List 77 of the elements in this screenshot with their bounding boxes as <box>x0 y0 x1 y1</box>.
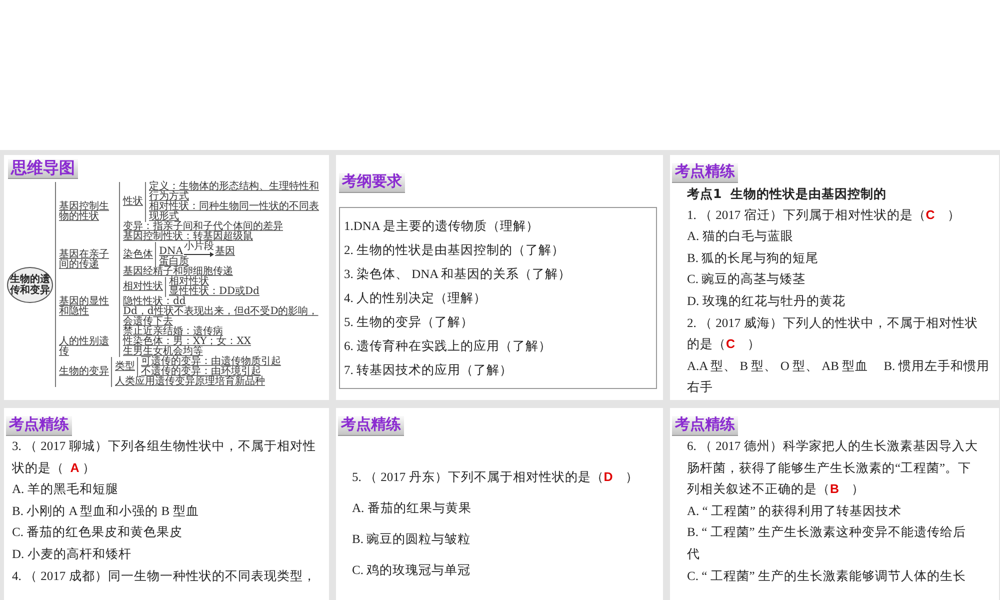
mindmap-label: 相对性状 <box>169 276 209 287</box>
option-text: C. 番茄的红色果皮和黄色果皮 <box>12 524 184 542</box>
option-text: A. “ 工程菌” 的获得利用了转基因技术 <box>687 502 903 520</box>
option-text: A. 猫的白毛与蓝眼 <box>687 228 794 246</box>
mindmap-label: Dd，d性状不表现出来，但d不受D的影响，会遗传下去 <box>123 306 318 327</box>
question-text: 2. （ 2017 威海）下列人的性状中，不属于相对性状 <box>687 314 979 332</box>
mindmap-label: 染色体 <box>123 248 153 260</box>
slide-thumbnail[interactable]: 考点精练 3. （ 2017 聊城）下列各组生物性状中，不属于相对性 状的是（ A ） A. 羊的黑毛和短腿 B. 小刚的 A 型血和小强的 B 型血 C. 番茄的红色果皮和黄色果皮 D. 小麦的高杆和矮杆 4. （ 2017 成都）同一生物一种性状的不同表现类型， <box>4 408 329 600</box>
question-text: 6. （ 2017 德州）科学家把人的生长激素基因导入大 <box>687 438 979 455</box>
mindmap-label: 禁止近亲结婚：遗传病 <box>123 326 223 337</box>
option-text: C. “ 工程菌” 生产的生长激素能够调节人体的生长 <box>687 568 967 585</box>
mindmap-label: 可遗传的变异：由遗传物质引起 <box>141 356 281 367</box>
mindmap-root: 生物的遗传和变异 <box>7 266 53 302</box>
mindmap-label: 基因经精子和卵细胞传递 <box>123 266 233 277</box>
mindmap-label: 性染色体：男：XY；女：XX <box>123 336 251 347</box>
question-text: 肠杆菌，获得了能够生产生长激素的“工程菌”。下 <box>687 460 972 477</box>
mindmap-label: 显性性状：DD或Dd <box>169 286 260 297</box>
requirement-text: 5. 生物的变异（了解） <box>344 314 474 331</box>
slide-title: 考点精练 <box>672 163 738 183</box>
question-text: 列相关叙述不正确的是（B ） <box>687 481 866 498</box>
mindmap-label: 基因在亲子间的传递 <box>59 248 109 270</box>
mindmap-label: 人的性别遗传 <box>59 336 109 357</box>
question-text: 状的是（ A ） <box>12 460 96 477</box>
requirement-text: 1.DNA 是主要的遗传物质（理解） <box>344 218 540 235</box>
question-text: 1. （ 2017 宿迁）下列属于相对性状的是（C ） <box>687 206 962 224</box>
question-text: 的是（C ） <box>687 336 762 354</box>
option-text: D. 玫瑰的红花与牡丹的黄花 <box>687 292 846 310</box>
mindmap-label: 不遗传的变异：由环境引起 <box>141 366 261 377</box>
mindmap-label: DNA <box>159 247 183 257</box>
mindmap-label: 基因的显性和隐性 <box>59 296 109 317</box>
arrow-label: 小片段 <box>184 242 214 252</box>
option-text: 代 <box>687 546 701 563</box>
slide-title: 思维导图 <box>8 159 78 179</box>
section-heading: 考点1 生物的性状是由基因控制的 <box>687 185 888 203</box>
mindmap-label: 类型 <box>115 361 135 372</box>
mindmap-label: 相对性状：同种生物同一性状的不同表现形式 <box>149 201 319 222</box>
mindmap-label: 人类应用遗传变异原理培育新品种 <box>115 376 265 387</box>
question-text: 5. （ 2017 丹东）下列不属于相对性状的是（D ） <box>352 469 640 486</box>
slide-title: 考点精练 <box>6 416 72 436</box>
mindmap-label: 隐性性状：dd <box>123 296 186 307</box>
requirement-text: 4. 人的性别决定（理解） <box>344 290 488 307</box>
arrow-icon <box>184 252 214 257</box>
slide-title: 考点精练 <box>672 416 738 436</box>
option-text: 右手 <box>687 379 714 396</box>
slide-thumbnail[interactable]: 考点精练 6. （ 2017 德州）科学家把人的生长激素基因导入大 肠杆菌，获得了能够生产生长激素的“工程菌”。下 列相关叙述不正确的是（B ） A. “ 工程菌” 的获得利用了转基因技术 B. “ 工程菌” 生产生长激素这种变异不能遗传给后 代 C. “ 工程菌” 生产的生长激素能够调节人体的生长 <box>670 408 999 600</box>
option-text: C. 鸡的玫瑰冠与单冠 <box>352 562 472 579</box>
option-text: B. 狐的长尾与狗的短尾 <box>687 250 820 267</box>
slide-thumbnail[interactable]: 考纲要求 1.DNA 是主要的遗传物质（理解） 2. 生物的性状是由基因控制的（了解） 3. 染色体、 DNA 和基因的关系（了解） 4. 人的性别决定（理解） 5. 生物的变异（了解） 6. 遗传育种在实践上的应用（了解） 7. 转基因技术的应用（了解） <box>336 155 663 400</box>
slide-title: 考点精练 <box>338 416 404 436</box>
option-text: A. 番茄的红果与黄果 <box>352 500 472 517</box>
mindmap-label: 相对性状 <box>123 281 163 292</box>
slide-thumbnail[interactable] <box>4 155 329 400</box>
slide-title: 考纲要求 <box>339 173 405 193</box>
mindmap-label: 生男生女机会均等 <box>123 346 203 357</box>
option-text: C. 豌豆的高茎与矮茎 <box>687 271 807 288</box>
mindmap-label: 基因控制性状：转基因超级鼠 <box>123 231 253 242</box>
requirement-text: 7. 转基因技术的应用（了解） <box>344 362 514 379</box>
mindmap-label: 性状 <box>123 196 143 207</box>
requirement-text: 2. 生物的性状是由基因控制的（了解） <box>344 242 566 259</box>
slide-thumbnail[interactable]: 考点精练 5. （ 2017 丹东）下列不属于相对性状的是（D ） A. 番茄的红果与黄果 B. 豌豆的圆粒与皱粒 C. 鸡的玫瑰冠与单冠 <box>336 408 663 600</box>
slide-thumbnail[interactable]: 考点精练 考点1 生物的性状是由基因控制的 1. （ 2017 宿迁）下列属于相对性状的是（C ） A. 猫的白毛与蓝眼 B. 狐的长尾与狗的短尾 C. 豌豆的高茎与矮茎 D. 玫瑰的红花与牡丹的黄花 2. （ 2017 威海）下列人的性状中，不属于相对性状 的是（C ） A.A 型、 B 型、 O 型、 AB 型血 B. 惯用左手和惯用 右手 <box>670 155 999 400</box>
option-text: D. 小麦的高杆和矮杆 <box>12 546 132 563</box>
mindmap-label: 生物的变异 <box>59 366 109 377</box>
option-text: B. 豌豆的圆粒与皱粒 <box>352 531 472 548</box>
question-text: 4. （ 2017 成都）同一生物一种性状的不同表现类型， <box>12 568 317 585</box>
mindmap-label: 蛋白质 <box>159 256 189 267</box>
requirement-text: 6. 遗传育种在实践上的应用（了解） <box>344 338 552 355</box>
option-text: A.A 型、 B 型、 O 型、 AB 型血 B. 惯用左手和惯用 <box>687 358 990 375</box>
option-text: B. “ 工程菌” 生产生长激素这种变异不能遗传给后 <box>687 524 967 542</box>
mindmap-label: 定义：生物体的形态结构、生理特性和行为方式 <box>149 181 319 202</box>
requirement-text: 3. 染色体、 DNA 和基因的关系（了解） <box>344 266 572 283</box>
mindmap-label: 基因控制生物的性状 <box>59 201 109 222</box>
option-text: B. 小刚的 A 型血和小强的 B 型血 <box>12 502 200 520</box>
mindmap-label: 基因 <box>215 247 235 257</box>
question-text: 3. （ 2017 聊城）下列各组生物性状中，不属于相对性 <box>12 438 317 455</box>
mindmap-label: 变异：指亲子间和子代个体间的差异 <box>123 221 283 232</box>
option-text: A. 羊的黑毛和短腿 <box>12 481 120 498</box>
